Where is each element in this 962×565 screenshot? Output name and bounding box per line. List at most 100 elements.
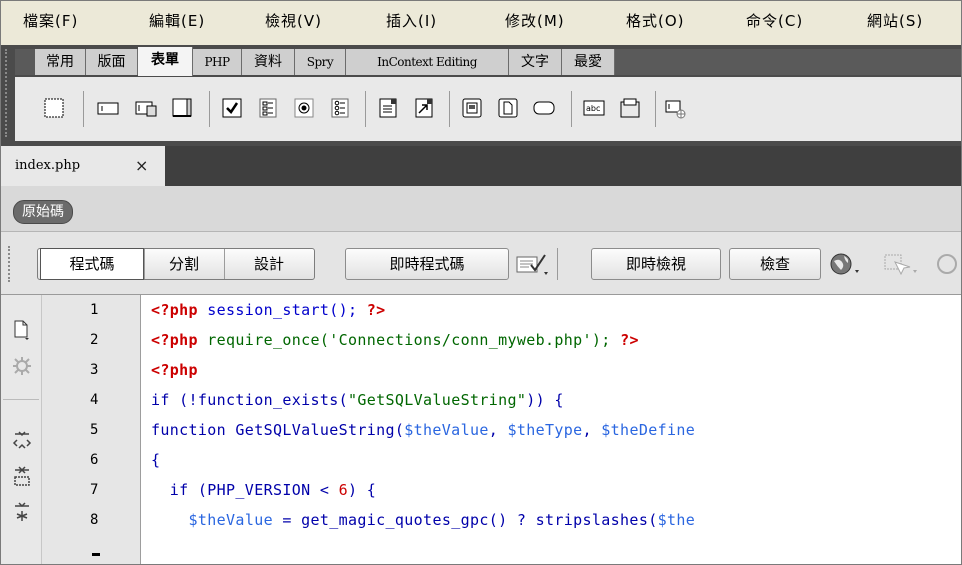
- tab-favorites[interactable]: 最愛: [562, 49, 615, 75]
- php-close-tag: ?>: [620, 331, 639, 349]
- list-menu-icon[interactable]: [377, 97, 399, 119]
- refresh-icon[interactable]: [933, 252, 961, 276]
- menu-modify[interactable]: 修改(M): [505, 10, 565, 31]
- inspect-button[interactable]: 檢查: [729, 248, 821, 280]
- radio-group-icon[interactable]: [329, 97, 351, 119]
- code-view-button[interactable]: 程式碼: [40, 248, 144, 280]
- text-field-icon[interactable]: [97, 97, 119, 119]
- code-token: ) {: [348, 481, 377, 499]
- insert-icon-strip: abc: [15, 77, 961, 141]
- collapse-selection-icon[interactable]: [11, 465, 33, 487]
- code-line: <?php session_start(); ?>: [151, 301, 386, 319]
- toolbar-divider: [655, 91, 656, 127]
- code-editor[interactable]: <?php session_start(); ?> <?php require_…: [141, 295, 961, 564]
- spry-validation-icon[interactable]: [665, 97, 687, 119]
- expand-all-icon[interactable]: [11, 501, 33, 523]
- line-number: 4: [90, 392, 99, 408]
- form-icon[interactable]: [43, 97, 65, 119]
- checkbox-icon[interactable]: [221, 97, 243, 119]
- toolbar-divider: [571, 91, 572, 127]
- document-tab-label: index.php: [15, 158, 81, 173]
- panel-grip[interactable]: [5, 49, 13, 137]
- show-code-navigator-icon[interactable]: [11, 355, 33, 377]
- php-open-tag: <?php: [151, 331, 198, 349]
- insert-panel: 常用 版面 表單 PHP 資料 Spry InContext Editing 文…: [1, 45, 961, 146]
- code-token: if (!function_exists(: [151, 391, 348, 409]
- line-number: 5: [90, 422, 99, 438]
- button-icon[interactable]: [533, 97, 555, 119]
- checkbox-group-icon[interactable]: [257, 97, 279, 119]
- line-number: 6: [90, 452, 99, 468]
- menu-insert[interactable]: 插入(I): [386, 10, 437, 31]
- tab-php[interactable]: PHP: [193, 49, 242, 75]
- view-mode-group: 程式碼 分割 設計: [37, 248, 315, 280]
- code-token: session_start();: [197, 301, 367, 319]
- code-line: $theValue = get_magic_quotes_gpc() ? str…: [151, 511, 695, 529]
- dreamweaver-window: 檔案(F) 編輯(E) 檢視(V) 插入(I) 修改(M) 格式(O) 命令(C…: [0, 0, 962, 565]
- live-view-button[interactable]: 即時檢視: [591, 248, 721, 280]
- code-token: )) {: [526, 391, 564, 409]
- close-icon[interactable]: ×: [135, 156, 148, 175]
- code-token: = get_magic_quotes_gpc() ? stripslashes(: [272, 511, 658, 529]
- toolbar-divider: [83, 91, 84, 127]
- code-line: {: [151, 451, 160, 469]
- menu-site[interactable]: 網站(S): [867, 10, 923, 31]
- menu-view[interactable]: 檢視(V): [265, 10, 322, 31]
- code-line: if (!function_exists("GetSQLValueString"…: [151, 391, 564, 409]
- menu-commands[interactable]: 命令(C): [746, 10, 803, 31]
- toolbar-divider: [449, 91, 450, 127]
- image-field-icon[interactable]: [461, 97, 483, 119]
- fieldset-icon[interactable]: [619, 97, 641, 119]
- code-line: function GetSQLValueString($theValue, $t…: [151, 421, 695, 439]
- tab-layout[interactable]: 版面: [86, 49, 138, 75]
- tab-common[interactable]: 常用: [35, 49, 86, 75]
- menu-file[interactable]: 檔案(F): [23, 10, 78, 31]
- code-number: 6: [338, 481, 349, 499]
- tab-text[interactable]: 文字: [509, 49, 562, 75]
- check-browser-compatibility-icon[interactable]: [515, 252, 551, 276]
- source-code-button[interactable]: 原始碼: [13, 200, 73, 224]
- design-view-button[interactable]: 設計: [225, 249, 313, 279]
- hidden-field-icon[interactable]: [135, 97, 157, 119]
- code-token: if (PHP_VERSION <: [151, 481, 339, 499]
- tab-incontext-editing[interactable]: InContext Editing: [346, 49, 509, 75]
- code-string: "GetSQLValueString": [348, 391, 527, 409]
- line-number: 1: [90, 302, 99, 318]
- tab-spry[interactable]: Spry: [295, 49, 346, 75]
- document-toolbar: 程式碼 分割 設計 即時程式碼 即時檢視 檢查: [1, 232, 961, 295]
- visual-aids-icon[interactable]: [881, 252, 921, 276]
- code-variable: $theValue: [404, 421, 489, 439]
- line-number-cutoff: [92, 553, 100, 556]
- jump-menu-icon[interactable]: [413, 97, 435, 119]
- code-string: 'Connections/conn_myweb.php': [329, 331, 592, 349]
- toolbar-divider: [557, 248, 558, 280]
- label-icon-text: abc: [586, 104, 600, 113]
- related-files-bar: 原始碼: [1, 186, 961, 232]
- tab-forms[interactable]: 表單: [138, 47, 193, 76]
- document-tab[interactable]: index.php ×: [1, 146, 165, 186]
- line-number: 3: [90, 362, 99, 378]
- file-field-icon[interactable]: [497, 97, 519, 119]
- label-icon[interactable]: abc: [583, 97, 605, 119]
- code-variable: $theType: [507, 421, 583, 439]
- gutter-divider: [3, 399, 39, 400]
- live-code-button[interactable]: 即時程式碼: [345, 248, 509, 280]
- open-documents-icon[interactable]: [11, 319, 33, 341]
- textarea-icon[interactable]: [171, 97, 193, 119]
- menu-format[interactable]: 格式(O): [626, 10, 685, 31]
- code-token: require_once(: [197, 331, 330, 349]
- tab-data[interactable]: 資料: [242, 49, 295, 75]
- document-tab-bar: index.php ×: [1, 146, 961, 186]
- preview-in-browser-icon[interactable]: [829, 252, 869, 276]
- toolbar-grip[interactable]: [8, 246, 16, 282]
- menu-edit[interactable]: 編輯(E): [149, 10, 205, 31]
- code-variable: $theValue: [188, 511, 273, 529]
- collapse-full-tag-icon[interactable]: [11, 429, 33, 451]
- line-number: 8: [90, 512, 99, 528]
- radio-button-icon[interactable]: [293, 97, 315, 119]
- code-line: <?php: [151, 361, 198, 379]
- php-open-tag: <?php: [151, 301, 198, 319]
- toolbar-divider: [365, 91, 366, 127]
- split-view-button[interactable]: 分割: [145, 249, 223, 279]
